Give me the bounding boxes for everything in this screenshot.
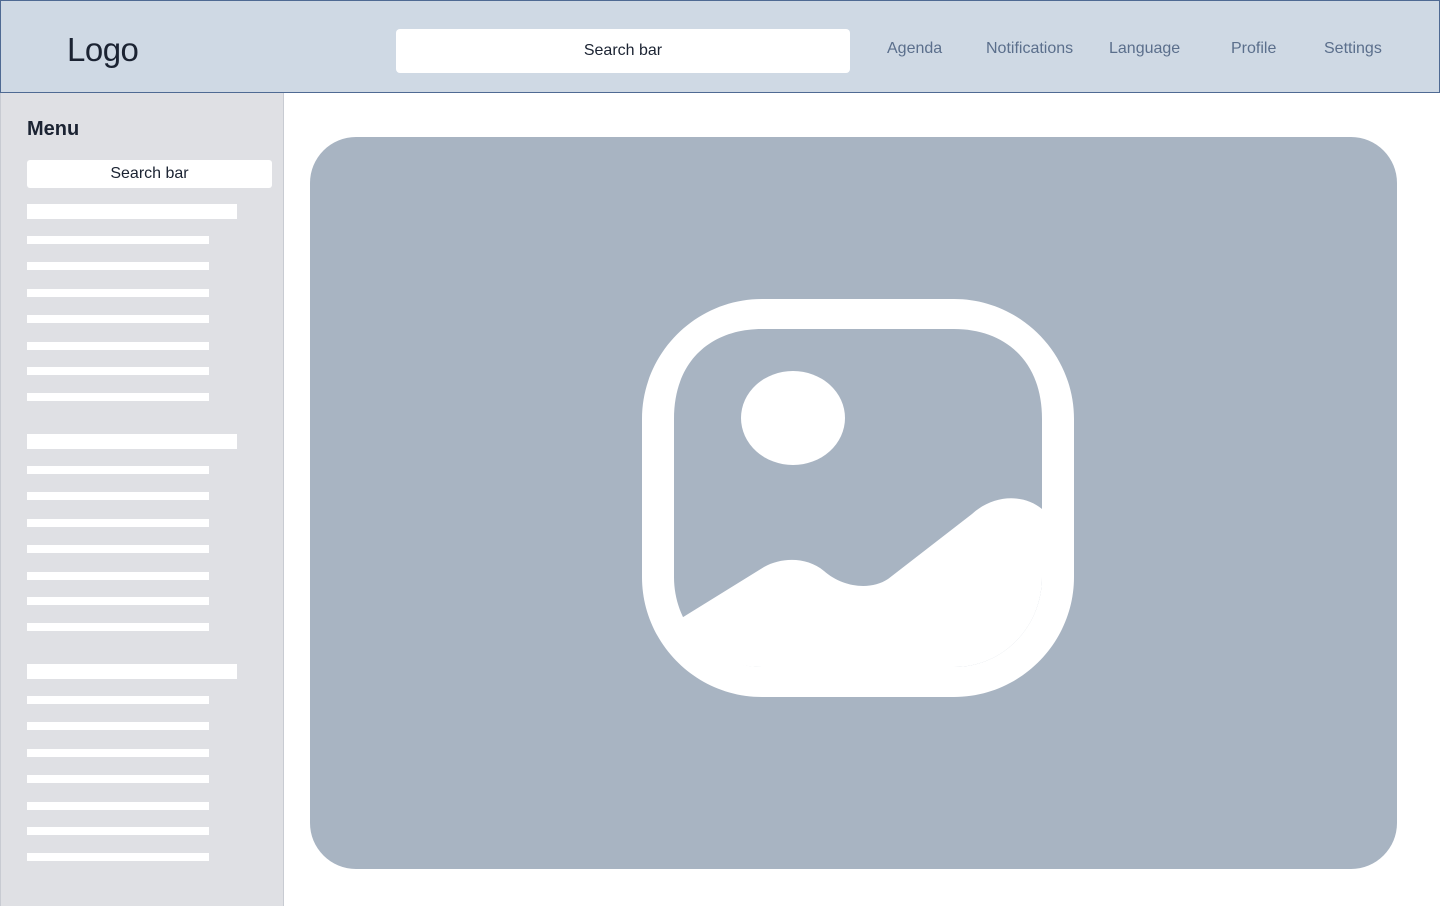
nav-notifications[interactable]: Notifications xyxy=(986,40,1073,58)
sidebar-item-placeholder[interactable] xyxy=(27,315,209,323)
sidebar-group-header-placeholder[interactable] xyxy=(27,204,237,219)
sidebar-item-placeholder[interactable] xyxy=(27,827,209,835)
sidebar-item-placeholder[interactable] xyxy=(27,623,209,631)
sidebar-item-placeholder[interactable] xyxy=(27,342,209,350)
top-header: Logo Search bar Agenda Notifications Lan… xyxy=(0,0,1440,93)
sidebar-item-placeholder[interactable] xyxy=(27,853,209,861)
sidebar-item-placeholder[interactable] xyxy=(27,722,209,730)
sidebar-item-placeholder[interactable] xyxy=(27,597,209,605)
nav-agenda[interactable]: Agenda xyxy=(887,40,942,58)
sidebar-item-placeholder[interactable] xyxy=(27,236,209,244)
nav-settings[interactable]: Settings xyxy=(1324,40,1382,58)
sidebar-item-placeholder[interactable] xyxy=(27,802,209,810)
sidebar-item-placeholder[interactable] xyxy=(27,466,209,474)
sidebar-item-placeholder[interactable] xyxy=(27,519,209,527)
image-placeholder xyxy=(310,137,1397,869)
header-search-input[interactable]: Search bar xyxy=(396,29,850,73)
menu-title: Menu xyxy=(27,118,80,140)
sidebar-item-placeholder[interactable] xyxy=(27,775,209,783)
sidebar: Menu Search bar xyxy=(0,93,284,906)
logo[interactable]: Logo xyxy=(67,31,139,69)
sidebar-group-header-placeholder[interactable] xyxy=(27,664,237,679)
sidebar-item-placeholder[interactable] xyxy=(27,545,209,553)
nav-profile[interactable]: Profile xyxy=(1231,40,1276,58)
sidebar-search-input[interactable]: Search bar xyxy=(27,160,272,188)
sidebar-item-placeholder[interactable] xyxy=(27,492,209,500)
sidebar-group-header-placeholder[interactable] xyxy=(27,434,237,449)
sidebar-item-placeholder[interactable] xyxy=(27,367,209,375)
sidebar-item-placeholder[interactable] xyxy=(27,696,209,704)
sidebar-item-placeholder[interactable] xyxy=(27,262,209,270)
sidebar-item-placeholder[interactable] xyxy=(27,749,209,757)
image-icon xyxy=(642,299,1074,697)
sidebar-item-placeholder[interactable] xyxy=(27,289,209,297)
sidebar-item-placeholder[interactable] xyxy=(27,393,209,401)
nav-language[interactable]: Language xyxy=(1109,40,1180,58)
sidebar-item-placeholder[interactable] xyxy=(27,572,209,580)
